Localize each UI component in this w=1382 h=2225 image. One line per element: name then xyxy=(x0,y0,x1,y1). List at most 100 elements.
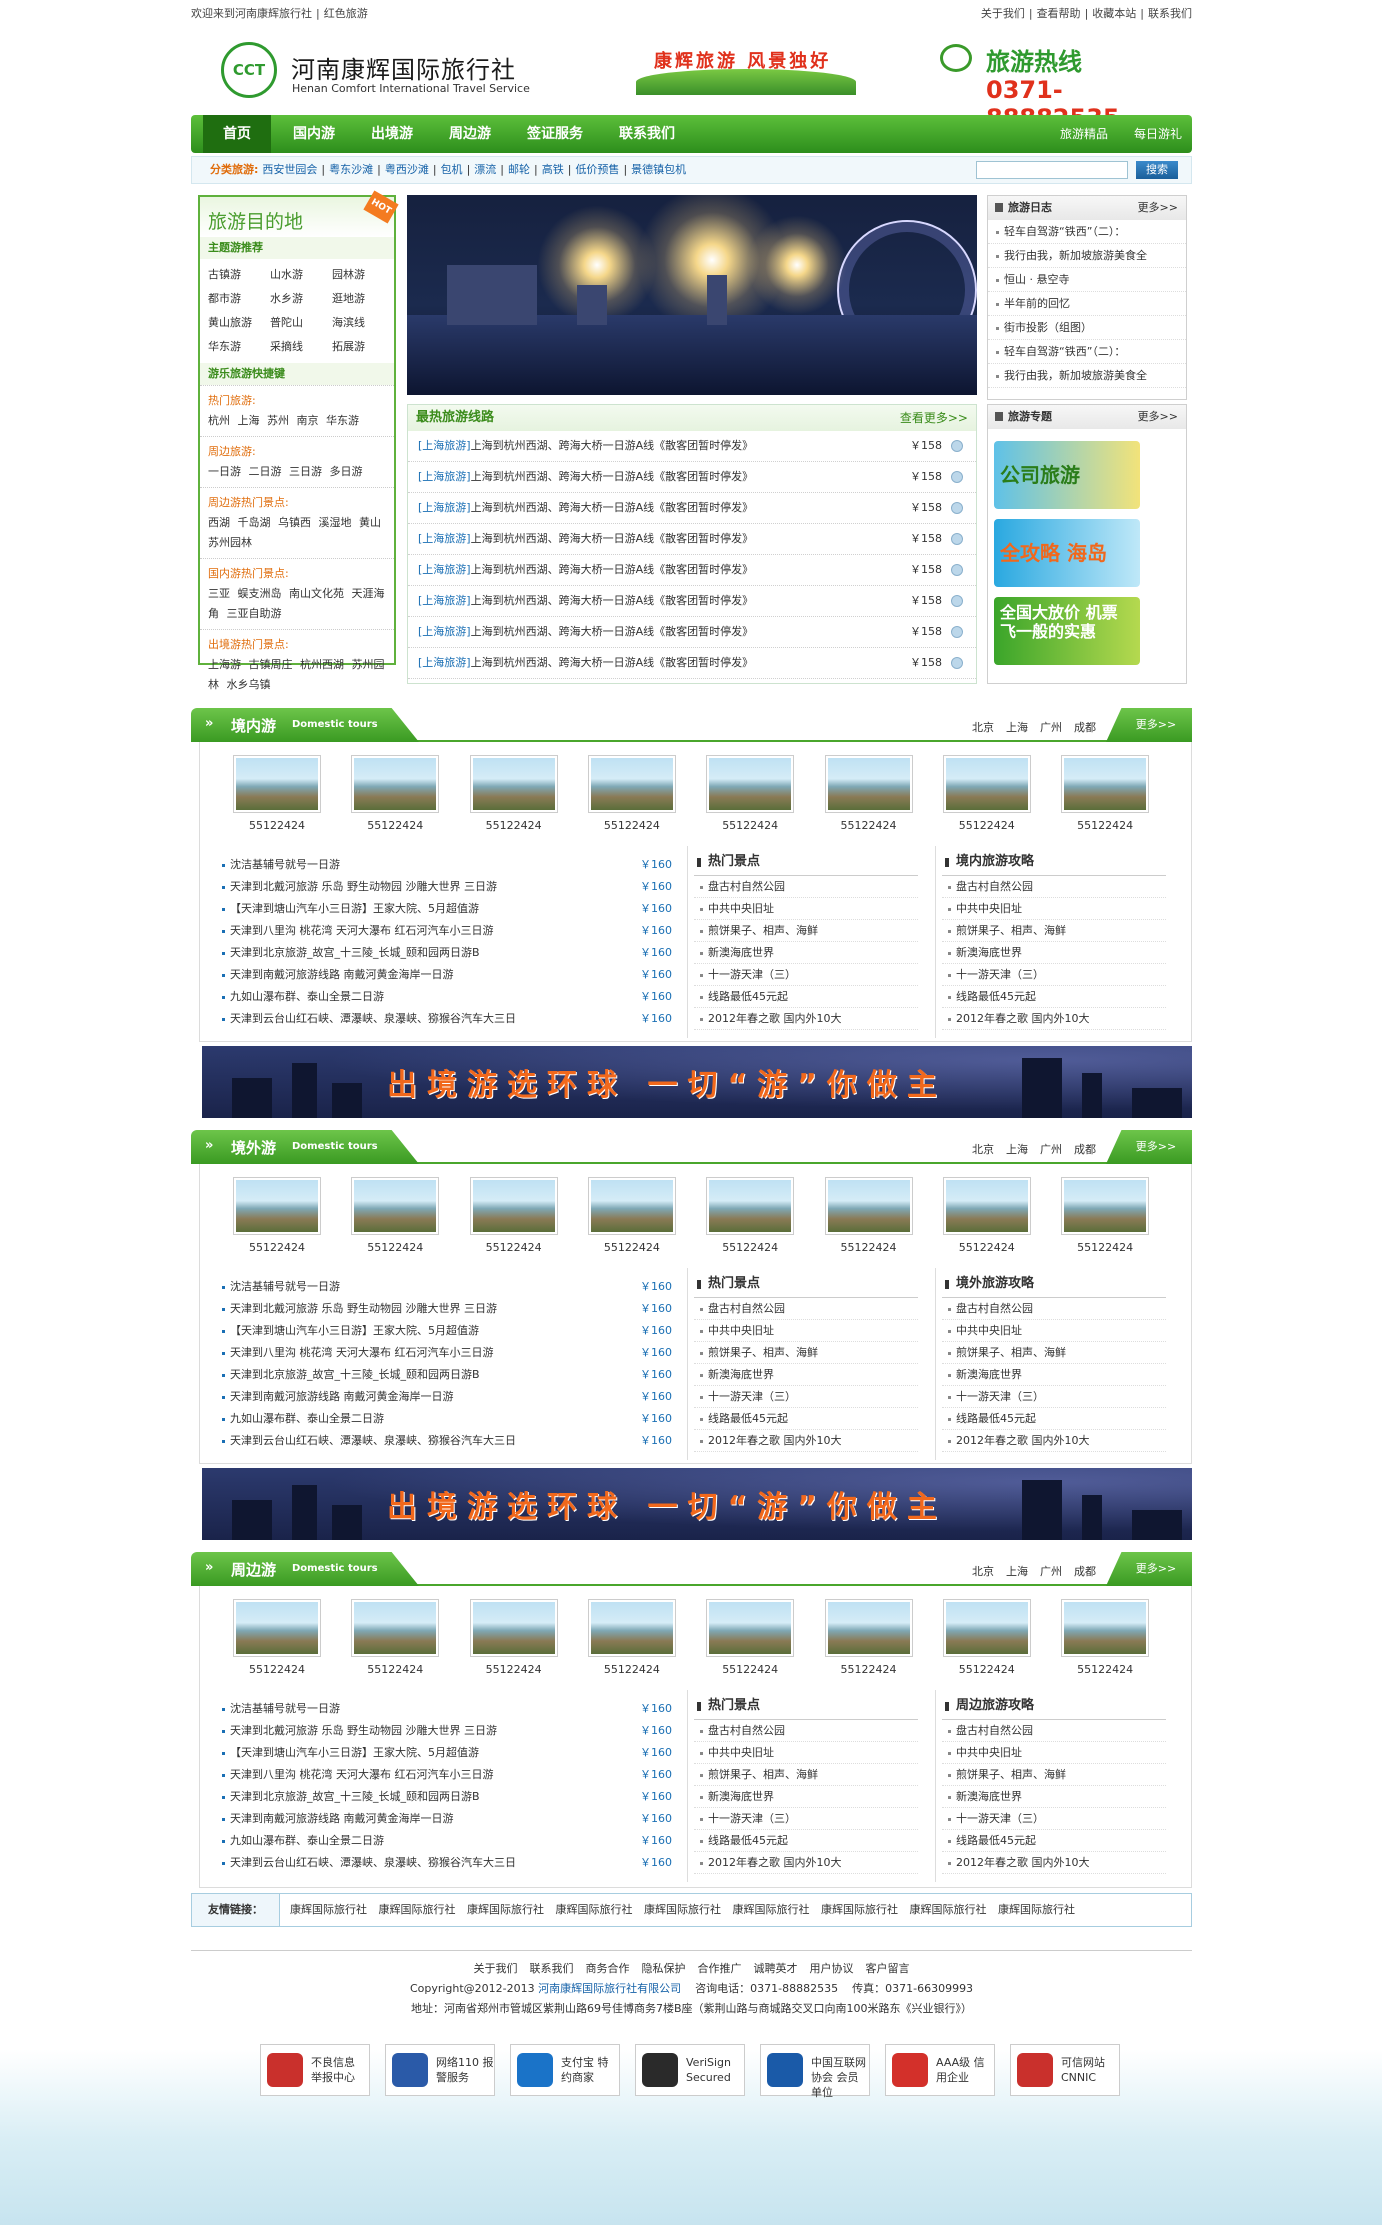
tour-thumbnail[interactable]: 55122424 xyxy=(587,1177,676,1263)
guide-item[interactable]: 线路最低45元起 xyxy=(942,1408,1166,1430)
thumbnail-image[interactable] xyxy=(469,755,558,813)
thumbnail-image[interactable] xyxy=(587,1599,676,1657)
top-link-about[interactable]: 关于我们 xyxy=(981,7,1025,20)
tour-thumbnail[interactable]: 55122424 xyxy=(351,1599,440,1685)
hot-spot-item[interactable]: 盘古村自然公园 xyxy=(694,1298,918,1320)
thumbnail-caption[interactable]: 55122424 xyxy=(825,817,913,835)
tour-thumbnail[interactable]: 55122424 xyxy=(233,1599,321,1685)
city-link[interactable]: 成都 xyxy=(1074,721,1096,734)
section-more[interactable]: 更多>> xyxy=(1106,1130,1192,1164)
quick-group-links[interactable]: 上海游 古镇周庄 杭州西湖 苏州园林 水乡乌镇 xyxy=(208,655,386,695)
tour-thumbnail[interactable]: 55122424 xyxy=(469,1177,558,1263)
theme-link[interactable]: 山水游 xyxy=(270,263,332,287)
hot-line-text[interactable]: 上海到杭州西湖、跨海大桥一日游A线《散客团暂时停发》 xyxy=(471,532,754,545)
company-link[interactable]: 河南康辉国际旅行社有限公司 xyxy=(538,1982,681,1995)
friend-link[interactable]: 康辉国际旅行社 xyxy=(733,1903,810,1916)
hot-line-tag[interactable]: [上海旅游] xyxy=(418,470,471,483)
friend-link[interactable]: 康辉国际旅行社 xyxy=(644,1903,721,1916)
tour-line-text[interactable]: 天津到八里沟 桃花湾 天河大瀑布 红石河汽车小三日游 xyxy=(230,1346,494,1359)
theme-link[interactable]: 黄山旅游 xyxy=(208,311,270,335)
info-icon[interactable] xyxy=(951,533,963,545)
tour-line-row[interactable]: 沈洁基辅号就号一日游 ￥160 xyxy=(220,854,672,876)
nav-nearby[interactable]: 周边游 xyxy=(435,115,505,153)
hot-spot-item[interactable]: 中共中央旧址 xyxy=(694,1742,918,1764)
guide-item[interactable]: 线路最低45元起 xyxy=(942,1830,1166,1852)
guide-item[interactable]: 煎饼果子、相声、海鲜 xyxy=(942,920,1166,942)
guide-item[interactable]: 线路最低45元起 xyxy=(942,986,1166,1008)
tour-line-text[interactable]: 沈洁基辅号就号一日游 xyxy=(230,1280,340,1293)
thumbnail-image[interactable] xyxy=(233,1177,321,1235)
theme-link[interactable]: 园林游 xyxy=(332,263,394,287)
theme-link[interactable]: 华东游 xyxy=(208,335,270,359)
tour-line-text[interactable]: 天津到八里沟 桃花湾 天河大瀑布 红石河汽车小三日游 xyxy=(230,924,494,937)
tour-line-row[interactable]: 天津到北戴河旅游 乐岛 野生动物园 沙雕大世界 三日游 ￥160 xyxy=(220,1720,672,1742)
info-icon[interactable] xyxy=(951,564,963,576)
footer-link[interactable]: 联系我们 xyxy=(530,1962,574,1975)
thumbnail-caption[interactable]: 55122424 xyxy=(351,1661,439,1679)
thumbnail-image[interactable] xyxy=(824,755,913,813)
diary-item[interactable]: 我行由我，新加坡旅游美食全 xyxy=(988,244,1186,268)
city-link[interactable]: 上海 xyxy=(1006,1565,1028,1578)
city-link[interactable]: 广州 xyxy=(1040,1143,1062,1156)
thumbnail-caption[interactable]: 55122424 xyxy=(706,1239,794,1257)
guide-item[interactable]: 十一游天津（三） xyxy=(942,1808,1166,1830)
thumbnail-image[interactable] xyxy=(233,1599,321,1657)
promo-banner[interactable]: 出境游选环球 一切“游”你做主 xyxy=(202,1046,1192,1118)
hot-line-tag[interactable]: [上海旅游] xyxy=(418,532,471,545)
tour-line-text[interactable]: 【天津到塘山汽车小三日游】王家大院、5月超值游 xyxy=(230,1746,479,1759)
friend-link[interactable]: 康辉国际旅行社 xyxy=(290,1903,367,1916)
info-icon[interactable] xyxy=(951,657,963,669)
guide-item[interactable]: 煎饼果子、相声、海鲜 xyxy=(942,1342,1166,1364)
quick-group-links[interactable]: 西湖 千岛湖 乌镇西 溪湿地 黄山 苏州园林 xyxy=(208,513,386,553)
theme-link[interactable]: 逛地游 xyxy=(332,287,394,311)
tour-line-row[interactable]: 天津到北戴河旅游 乐岛 野生动物园 沙雕大世界 三日游 ￥160 xyxy=(220,876,672,898)
trust-badge[interactable]: 不良信息 举报中心 xyxy=(260,2044,370,2096)
tour-line-text[interactable]: 九如山瀑布群、泰山全景二日游 xyxy=(230,1834,384,1847)
theme-link[interactable]: 普陀山 xyxy=(270,311,332,335)
tour-line-text[interactable]: 天津到北戴河旅游 乐岛 野生动物园 沙雕大世界 三日游 xyxy=(230,880,497,893)
nav-contact[interactable]: 联系我们 xyxy=(605,115,689,153)
tour-thumbnail[interactable]: 55122424 xyxy=(1061,755,1150,841)
hot-spot-item[interactable]: 煎饼果子、相声、海鲜 xyxy=(694,1764,918,1786)
diary-item[interactable]: 半年前的回忆 xyxy=(988,292,1186,316)
hot-line-row[interactable]: [上海旅游]上海到杭州西湖、跨海大桥一日游A线《散客团暂时停发》 ￥158 xyxy=(408,586,976,617)
thumbnail-image[interactable] xyxy=(824,1599,913,1657)
tour-line-text[interactable]: 沈洁基辅号就号一日游 xyxy=(230,1702,340,1715)
hot-lines-more[interactable]: 查看更多>> xyxy=(900,405,968,431)
guide-item[interactable]: 中共中央旧址 xyxy=(942,1742,1166,1764)
thumbnail-image[interactable] xyxy=(1061,1177,1150,1235)
tour-line-text[interactable]: 沈洁基辅号就号一日游 xyxy=(230,858,340,871)
thumbnail-caption[interactable]: 55122424 xyxy=(351,1239,439,1257)
hot-spot-item[interactable]: 十一游天津（三） xyxy=(694,1808,918,1830)
category-link[interactable]: 高铁 xyxy=(542,163,564,176)
nav-outbound[interactable]: 出境游 xyxy=(357,115,427,153)
tour-thumbnail[interactable]: 55122424 xyxy=(942,1599,1031,1685)
trust-badge[interactable]: AAA级 信用企业 xyxy=(885,2044,995,2096)
tour-thumbnail[interactable]: 55122424 xyxy=(942,755,1031,841)
hot-line-row[interactable]: [上海旅游]上海到杭州西湖、跨海大桥一日游A线《散客团暂时停发》 ￥158 xyxy=(408,555,976,586)
tour-thumbnail[interactable]: 55122424 xyxy=(587,755,676,841)
tour-thumbnail[interactable]: 55122424 xyxy=(469,755,558,841)
thumbnail-image[interactable] xyxy=(942,755,1031,813)
tour-line-row[interactable]: 天津到南戴河旅游线路 南戴河黄金海岸一日游 ￥160 xyxy=(220,964,672,986)
hot-spot-item[interactable]: 线路最低45元起 xyxy=(694,986,918,1008)
thumbnail-caption[interactable]: 55122424 xyxy=(233,817,321,835)
nav-premium[interactable]: 旅游精品 xyxy=(1060,127,1108,141)
trust-badge[interactable]: 可信网站 CNNIC xyxy=(1010,2044,1120,2096)
hot-line-text[interactable]: 上海到杭州西湖、跨海大桥一日游A线《散客团暂时停发》 xyxy=(471,439,754,452)
tour-line-text[interactable]: 天津到北京旅游_故宫_十三陵_长城_颐和园两日游B xyxy=(230,946,480,959)
hot-spot-item[interactable]: 新澳海底世界 xyxy=(694,1786,918,1808)
hero-banner[interactable] xyxy=(407,195,977,395)
hot-spot-item[interactable]: 十一游天津（三） xyxy=(694,964,918,986)
diary-item[interactable]: 恒山 · 悬空寺 xyxy=(988,268,1186,292)
footer-link[interactable]: 客户留言 xyxy=(866,1962,910,1975)
top-link-help[interactable]: 查看帮助 xyxy=(1037,7,1081,20)
thumbnail-image[interactable] xyxy=(1061,1599,1150,1657)
trust-badge[interactable]: 支付宝 特约商家 xyxy=(510,2044,620,2096)
category-link[interactable]: 邮轮 xyxy=(508,163,530,176)
tour-thumbnail[interactable]: 55122424 xyxy=(1061,1599,1150,1685)
tour-line-row[interactable]: 天津到八里沟 桃花湾 天河大瀑布 红石河汽车小三日游 ￥160 xyxy=(220,1764,672,1786)
thumbnail-image[interactable] xyxy=(824,1177,913,1235)
thumbnail-image[interactable] xyxy=(706,1177,795,1235)
section-more[interactable]: 更多>> xyxy=(1106,708,1192,742)
